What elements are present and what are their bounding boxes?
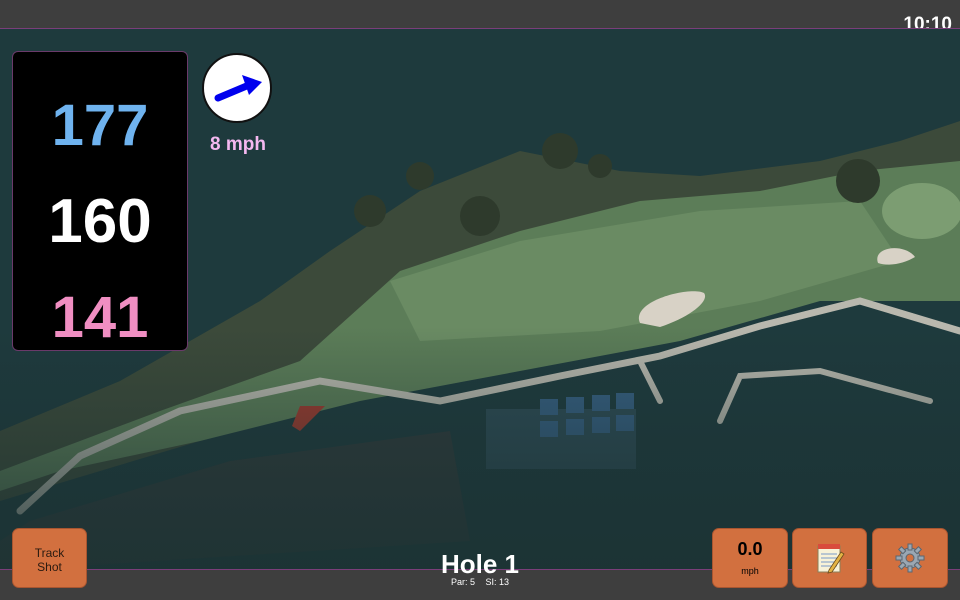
speed-unit: mph	[741, 566, 759, 576]
distance-back: 177	[51, 93, 149, 158]
notepad-icon	[817, 544, 845, 574]
hole-info: Par: 5 SI: 13	[380, 577, 580, 587]
gear-icon	[895, 543, 925, 573]
distance-panel: 177 160 141	[12, 51, 188, 351]
status-bar: 10:10	[0, 0, 960, 35]
speed-button[interactable]: 0.0 mph	[712, 528, 788, 588]
settings-button[interactable]	[872, 528, 948, 588]
wind-direction-dial	[202, 53, 272, 123]
distance-middle: 160	[48, 187, 152, 256]
hole-title: Hole 1	[440, 549, 520, 579]
course-map[interactable]: 177 160 141 8 mph	[0, 28, 960, 570]
notes-button[interactable]	[792, 528, 867, 588]
hole-stroke-index: SI: 13	[485, 577, 510, 587]
wind-arrow-icon	[214, 75, 262, 102]
track-shot-button[interactable]: Track Shot	[12, 528, 87, 588]
track-shot-label: Track Shot	[34, 546, 65, 574]
hole-par: Par: 5	[450, 577, 475, 587]
wind-speed: 8 mph	[210, 134, 266, 155]
speed-value: 0.0	[737, 539, 763, 559]
distance-front: 141	[51, 285, 149, 350]
